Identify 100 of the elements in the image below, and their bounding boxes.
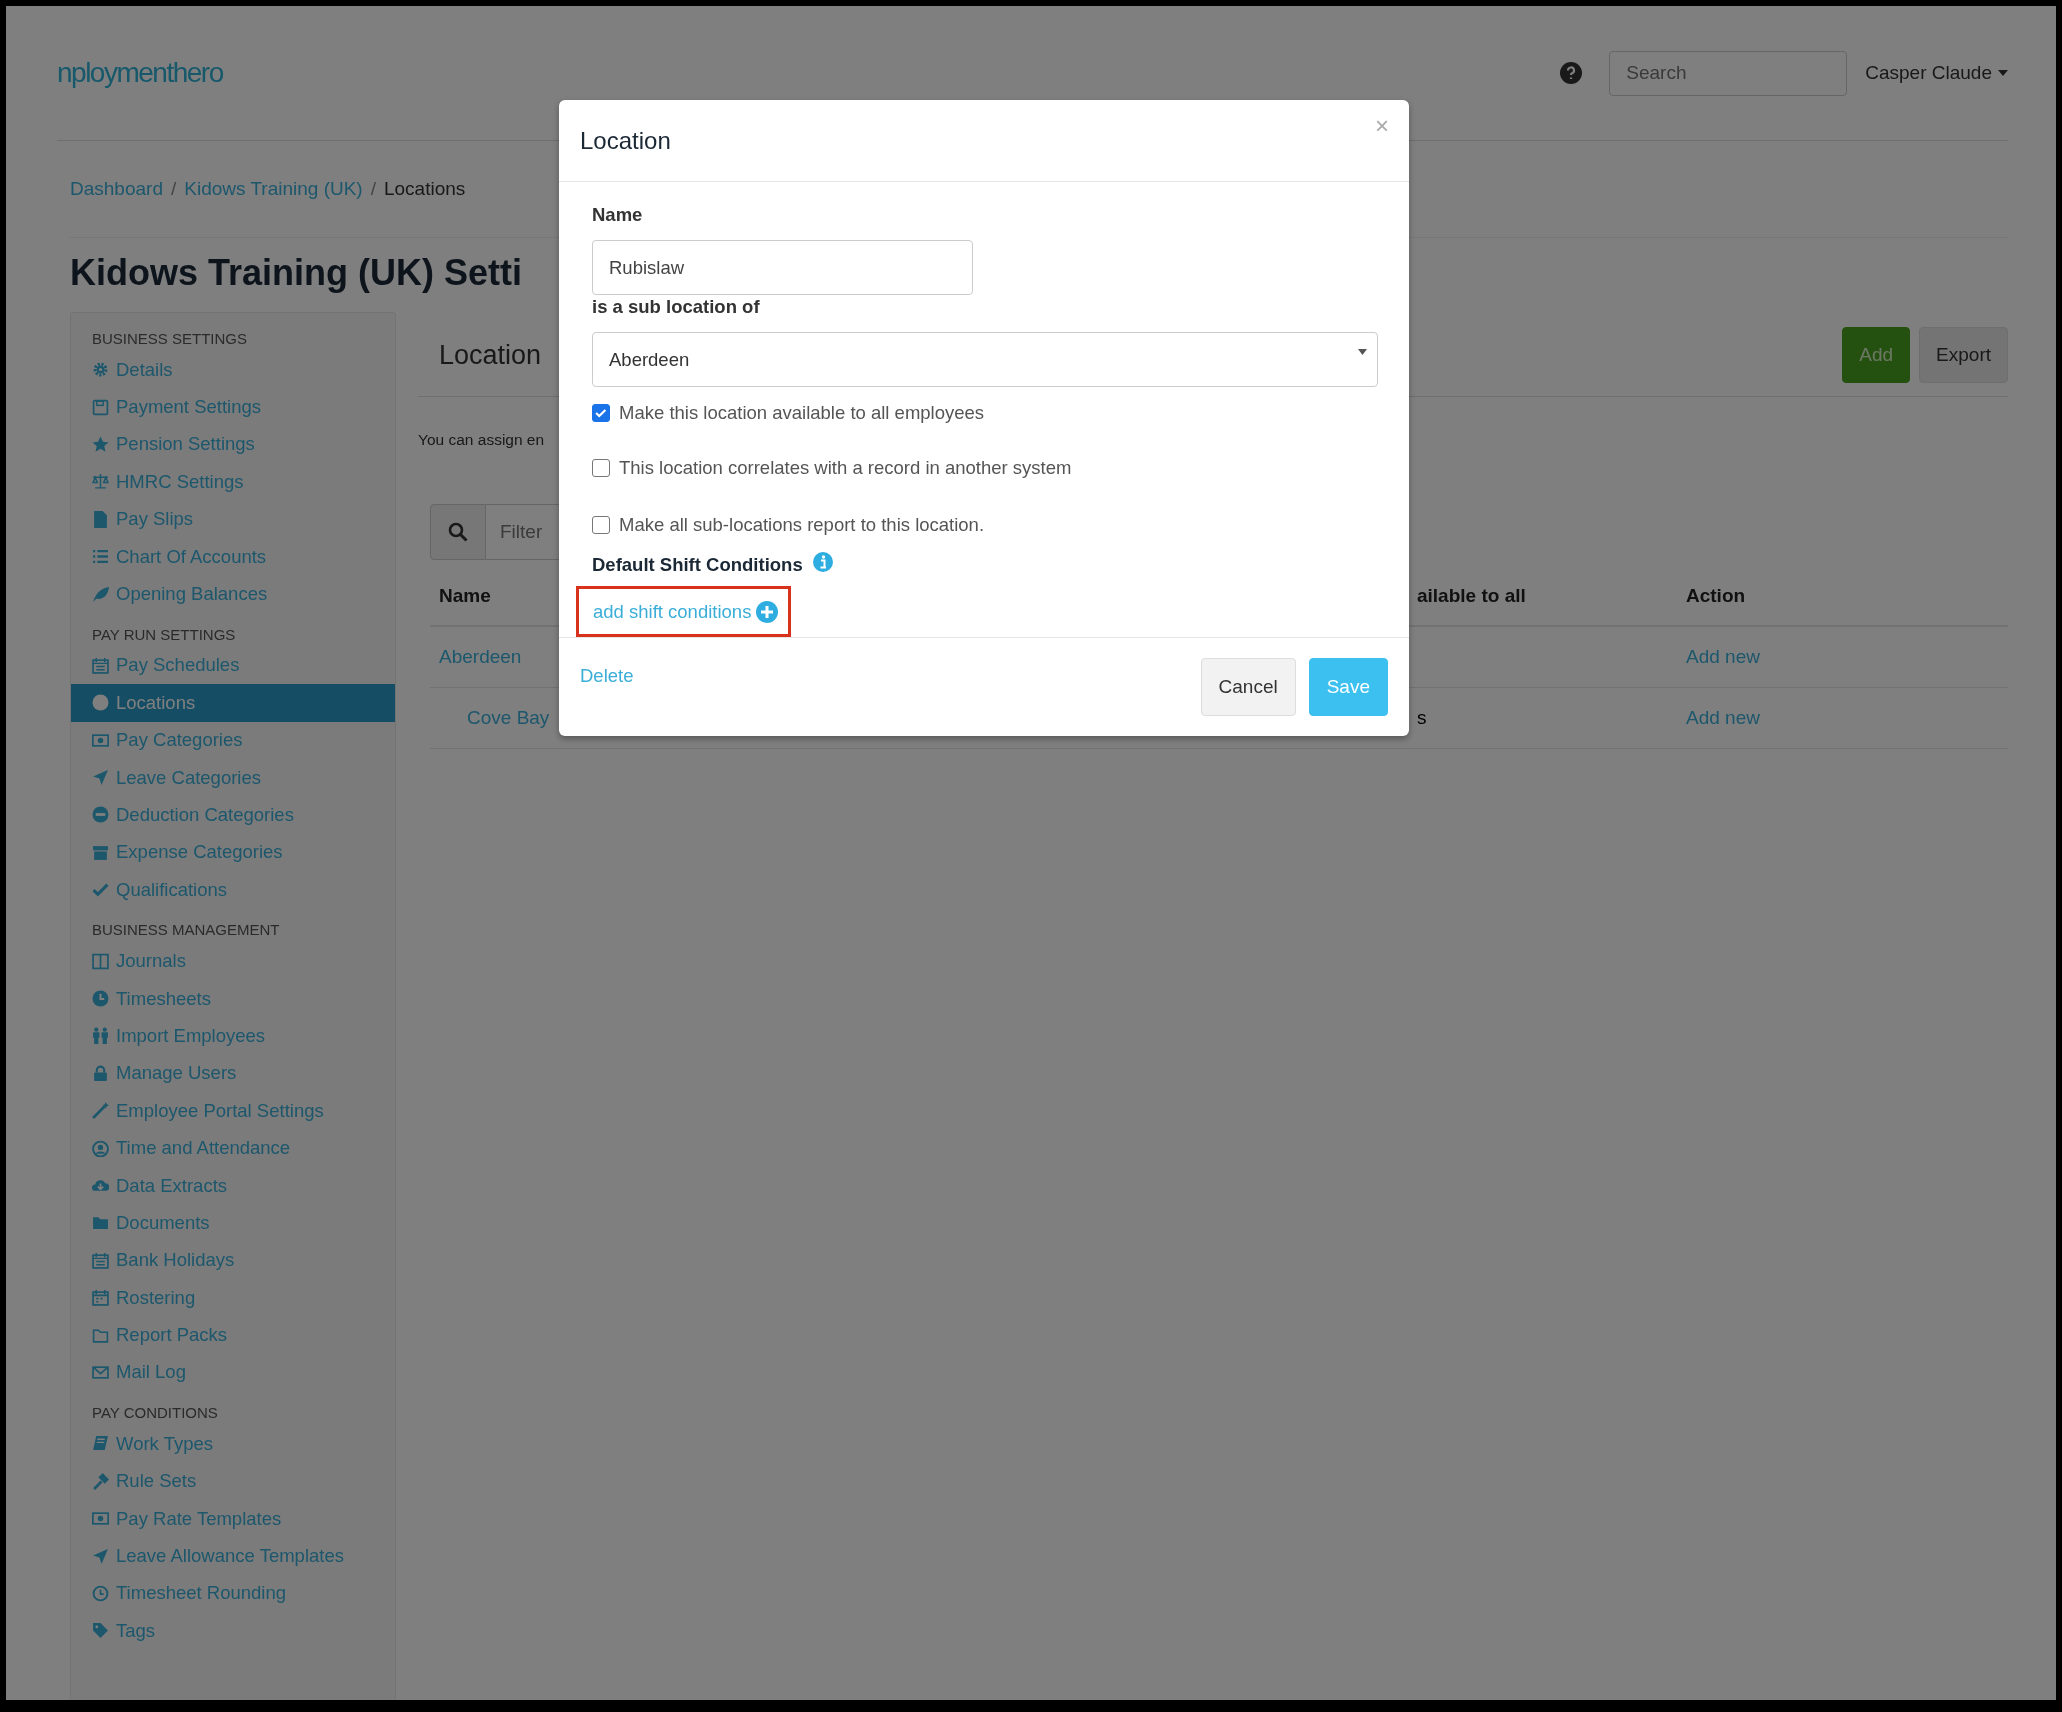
gavel-icon — [92, 1472, 109, 1490]
document-icon — [92, 510, 109, 528]
sidebar-item[interactable]: Import Employees — [71, 1017, 395, 1055]
field-label: is a sub location of — [592, 296, 761, 319]
sidebar-item[interactable]: Employee Portal Settings — [71, 1092, 395, 1130]
sidebar-item[interactable]: Pay Categories — [71, 721, 395, 759]
checkbox-label: This location correlates with a record in another system — [619, 456, 1072, 479]
calendar-icon — [92, 656, 109, 674]
archive-box-icon — [92, 843, 109, 861]
envelope-icon — [92, 1363, 109, 1381]
sidebar-item[interactable]: Pay Slips — [71, 500, 395, 538]
sidebar-item[interactable]: Chart Of Accounts — [71, 537, 395, 576]
airplane-icon — [92, 1547, 109, 1565]
breadcrumb-link[interactable]: Kidows Training (UK) — [184, 178, 363, 200]
clock-icon — [92, 1584, 109, 1602]
table-cell-text: s — [1416, 707, 1428, 729]
delete-link[interactable]: Delete — [580, 665, 1188, 687]
search-icon — [448, 522, 468, 542]
page-title: Kidows Training (UK) Setti — [70, 251, 522, 295]
star-icon — [92, 435, 109, 453]
sidebar-item[interactable]: Pay Schedules — [71, 646, 395, 685]
name-field[interactable]: Rubislaw — [592, 240, 973, 295]
sidebar-heading: BUSINESS MANAGEMENT — [91, 920, 281, 941]
sidebar-heading: PAY RUN SETTINGS — [91, 624, 237, 645]
parent-location-select[interactable]: Aberdeen — [592, 332, 1378, 387]
cloud-download-icon — [92, 1177, 109, 1194]
tag-icon — [92, 1622, 109, 1640]
list-icon — [92, 548, 109, 566]
logo[interactable]: nploymenthero — [57, 57, 1561, 89]
cancel-button[interactable]: Cancel — [1200, 658, 1296, 716]
airplane-icon — [92, 769, 109, 787]
wand-icon — [92, 1102, 109, 1120]
minus-circle-icon — [92, 806, 109, 824]
sidebar-item[interactable]: Rule Sets — [71, 1462, 395, 1500]
sidebar-item[interactable]: Data Extracts — [71, 1166, 395, 1205]
sidebar-item[interactable]: Work Types — [71, 1425, 395, 1463]
close-button[interactable]: × — [1375, 112, 1389, 140]
columns-icon — [92, 952, 109, 970]
sidebar-item[interactable]: Rostering — [71, 1279, 395, 1317]
breadcrumb-current: Locations — [383, 178, 466, 200]
info-icon[interactable] — [812, 552, 833, 572]
export-button[interactable]: Export — [1919, 327, 2008, 383]
sidebar-item[interactable]: Timesheets — [71, 979, 395, 1018]
clock-icon — [92, 990, 109, 1008]
people-icon — [92, 1027, 109, 1045]
sidebar-item[interactable]: Deduction Categories — [71, 796, 395, 834]
sidebar-item[interactable]: Expense Categories — [71, 833, 395, 872]
column-header: Name — [438, 584, 492, 607]
scales-icon — [92, 473, 109, 491]
sidebar-item[interactable]: Pension Settings — [71, 425, 395, 464]
checkbox-label: Make this location available to all employees — [619, 402, 985, 424]
folder-icon — [92, 1326, 109, 1344]
breadcrumb-separator: / — [170, 178, 177, 200]
checkbox[interactable] — [592, 404, 610, 422]
add-button[interactable]: Add — [1842, 327, 1911, 383]
field-label: Name — [592, 204, 644, 227]
sidebar-item[interactable]: Tags — [71, 1612, 395, 1650]
add-new-link[interactable]: Add new — [1677, 646, 2008, 668]
sidebar-item[interactable]: Pay Rate Templates — [71, 1499, 395, 1538]
add-new-link[interactable]: Add new — [1677, 707, 2008, 729]
sidebar-item[interactable]: Locations — [71, 684, 395, 722]
folder-icon — [92, 1214, 109, 1232]
sidebar-item[interactable]: HMRC Settings — [71, 463, 395, 501]
sidebar-item[interactable]: Opening Balances — [71, 575, 395, 613]
plus-circle-icon — [756, 600, 779, 623]
caret-icon — [1358, 349, 1367, 355]
caret-icon — [1998, 70, 2008, 76]
book-icon — [92, 1435, 109, 1453]
sidebar-item[interactable]: Details — [71, 351, 395, 389]
sidebar-item[interactable]: Time and Attendance — [71, 1129, 395, 1167]
breadcrumb-separator: / — [370, 178, 376, 200]
checkbox[interactable] — [592, 458, 610, 477]
sidebar-item[interactable]: Documents — [71, 1204, 395, 1242]
sidebar-item[interactable]: Timesheet Rounding — [71, 1574, 395, 1613]
add-shift-conditions-link[interactable]: add shift conditions — [593, 600, 779, 623]
sidebar-item[interactable]: Bank Holidays — [71, 1241, 395, 1279]
sidebar-item[interactable]: Journals — [71, 942, 395, 980]
gear-icon — [92, 361, 109, 379]
search-field[interactable]: Search — [1609, 50, 1848, 96]
sidebar-item[interactable]: Qualifications — [71, 871, 395, 909]
save-button[interactable]: Save — [1308, 658, 1388, 716]
section-heading: Location — [439, 339, 542, 371]
breadcrumb-link[interactable]: Dashboard — [70, 178, 163, 200]
sidebar-item[interactable]: Manage Users — [71, 1054, 395, 1093]
sidebar-heading: PAY CONDITIONS — [91, 1403, 219, 1424]
checkbox-label: Make all sub-locations report to this location. — [619, 513, 985, 536]
sidebar-item[interactable]: Report Packs — [71, 1316, 395, 1354]
calendar-icon — [92, 1251, 109, 1269]
sidebar-item[interactable]: Payment Settings — [71, 388, 395, 426]
sidebar-item[interactable]: Leave Categories — [71, 758, 395, 797]
sidebar-heading: BUSINESS SETTINGS — [91, 329, 249, 349]
sidebar-item[interactable]: Leave Allowance Templates — [71, 1537, 395, 1575]
calendar-icon — [92, 1289, 109, 1307]
user-menu[interactable]: Casper Claude — [1865, 62, 1992, 84]
checkmark-icon — [92, 881, 109, 899]
help-icon[interactable] — [1560, 62, 1583, 84]
modal-title: Location — [580, 126, 672, 155]
checkbox[interactable] — [592, 515, 610, 534]
sidebar-item[interactable]: Mail Log — [71, 1353, 395, 1392]
padlock-icon — [92, 1064, 109, 1082]
